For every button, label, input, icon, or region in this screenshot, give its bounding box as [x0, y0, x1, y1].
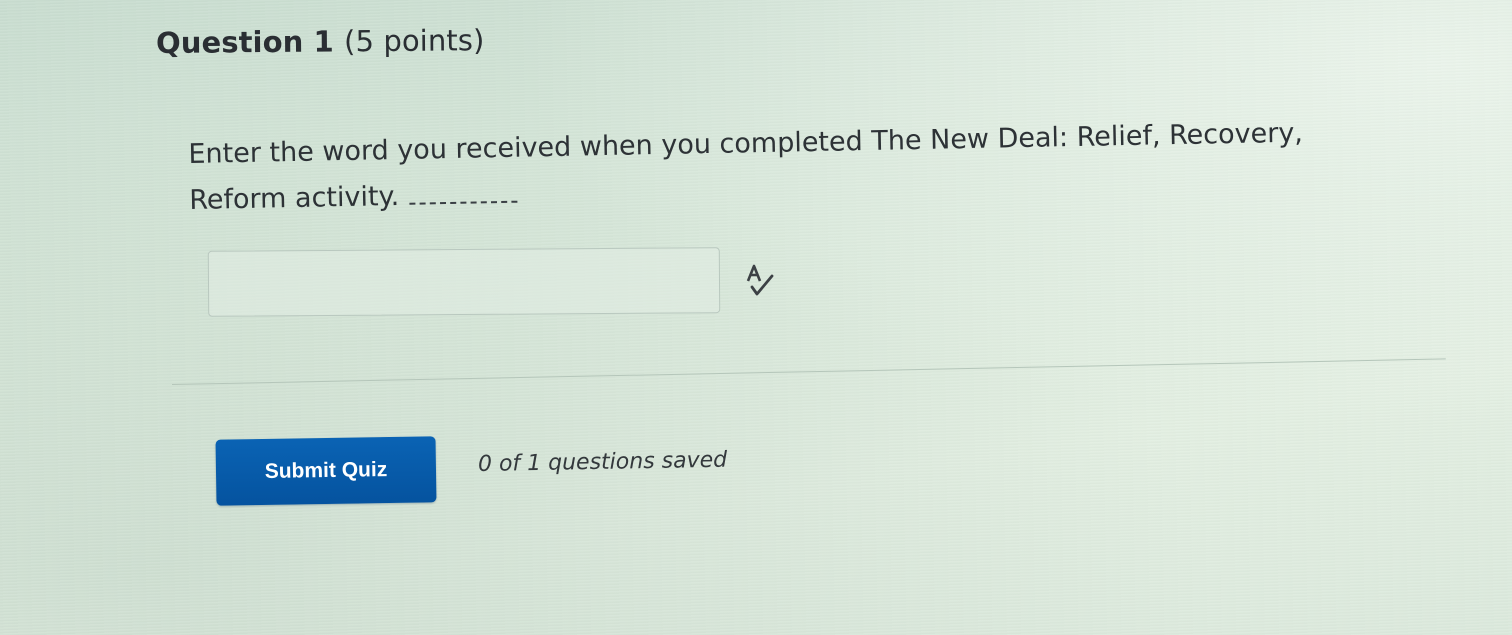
question-prompt-text: Enter the word you received when you com…: [188, 117, 1304, 216]
answer-input[interactable]: [207, 247, 721, 317]
question-title: Question 1 (5 points): [156, 23, 485, 60]
section-divider: [171, 358, 1446, 385]
answer-blank: [409, 199, 518, 205]
spellcheck-icon[interactable]: [744, 264, 776, 298]
submit-quiz-button[interactable]: Submit Quiz: [215, 436, 437, 506]
screen-texture: [0, 0, 1512, 635]
question-points: (5 points): [343, 23, 485, 59]
question-number: Question 1: [155, 24, 335, 60]
question-prompt: Enter the word you received when you com…: [188, 109, 1410, 224]
save-status: 0 of 1 questions saved: [477, 447, 728, 477]
